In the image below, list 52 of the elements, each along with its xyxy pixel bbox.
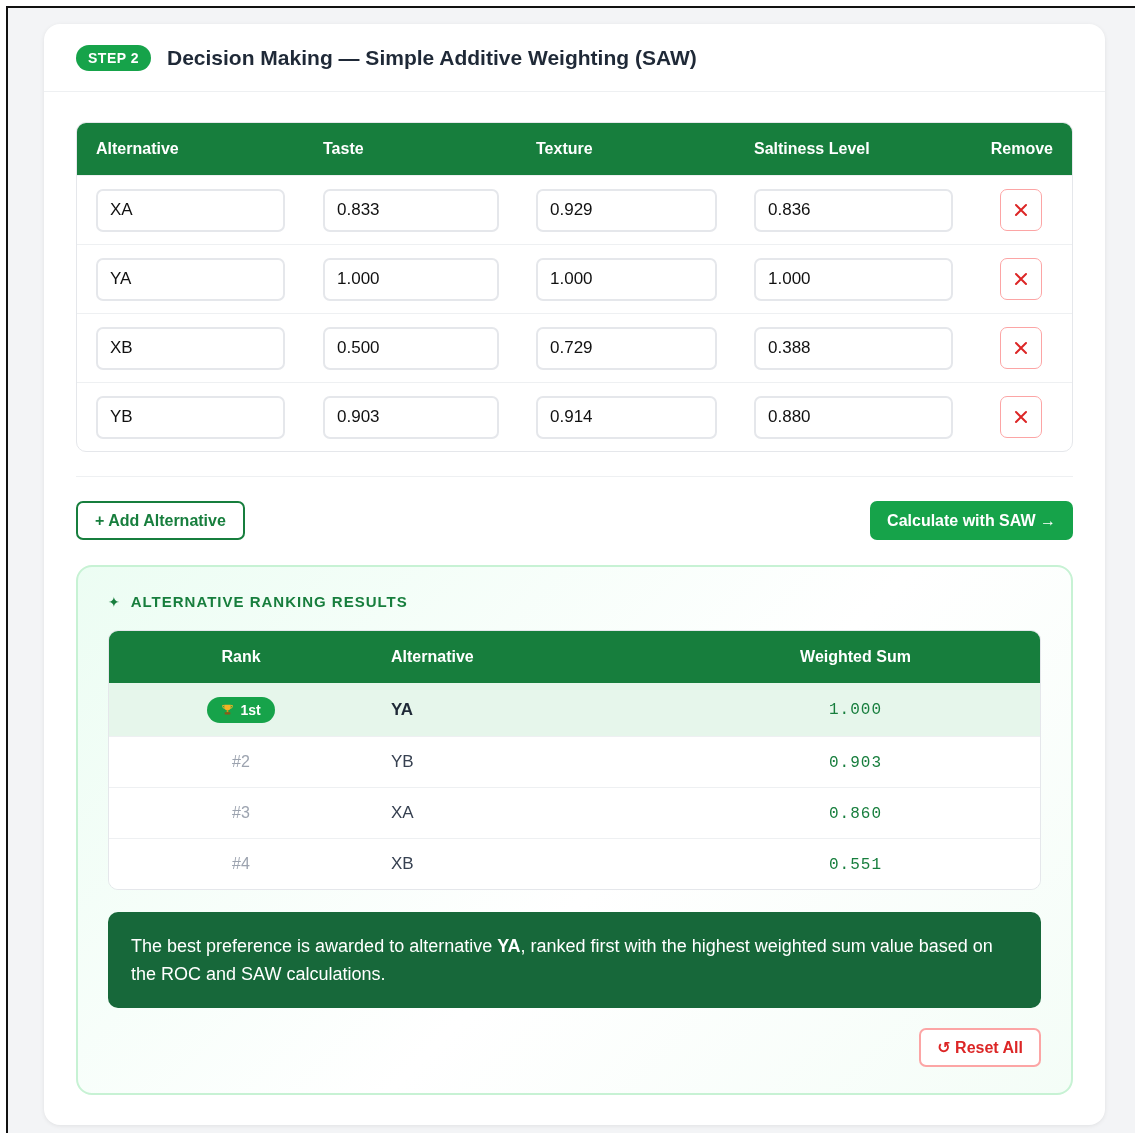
rank-text: #3 bbox=[232, 804, 250, 821]
reset-button[interactable]: ↺ Reset All bbox=[919, 1028, 1041, 1067]
close-icon bbox=[1013, 409, 1029, 425]
alternative-name: XB bbox=[391, 854, 414, 873]
close-icon bbox=[1013, 202, 1029, 218]
alternative-input[interactable]: XB bbox=[96, 326, 285, 370]
score-input[interactable]: 0.903 bbox=[323, 395, 499, 439]
score-input[interactable]: 0.836 bbox=[754, 188, 953, 232]
alternative-input[interactable]: YA bbox=[96, 257, 285, 301]
score-input[interactable]: 1.000 bbox=[323, 257, 499, 301]
summary-banner: The best preference is awarded to alternative YA, ranked first with the highest weighted sum value based on the ROC and SAW calculations. bbox=[108, 912, 1041, 1008]
score-input[interactable]: 0.500 bbox=[323, 326, 499, 370]
column-header: Texture bbox=[536, 140, 594, 158]
rank-text: #2 bbox=[232, 753, 250, 770]
rank-pill: 1st bbox=[207, 696, 275, 723]
remove-button[interactable] bbox=[1000, 396, 1042, 438]
weighted-sum: 1.000 bbox=[829, 701, 882, 719]
add-alternative-button[interactable]: + Add Alternative bbox=[76, 501, 245, 540]
trophy-icon bbox=[221, 703, 235, 716]
score-input[interactable]: 1.000 bbox=[536, 257, 717, 301]
remove-button[interactable] bbox=[1000, 258, 1042, 300]
close-icon bbox=[1013, 271, 1029, 287]
remove-button[interactable] bbox=[1000, 189, 1042, 231]
column-header: Alternative bbox=[96, 140, 180, 158]
results-title: ALTERNATIVE RANKING RESULTS bbox=[130, 593, 408, 610]
score-input[interactable]: 1.000 bbox=[754, 257, 953, 301]
alternative-name: XA bbox=[391, 803, 414, 822]
weighted-sum: 0.903 bbox=[829, 753, 882, 772]
sparkle-glyph: ✦ bbox=[108, 593, 121, 610]
score-input[interactable]: 0.880 bbox=[754, 395, 953, 439]
column-header: Saltiness Level bbox=[754, 140, 871, 158]
step-badge: STEP 2 bbox=[76, 45, 151, 71]
weighted-sum: 0.860 bbox=[829, 804, 882, 823]
score-input[interactable]: 0.929 bbox=[536, 188, 717, 232]
remove-button[interactable] bbox=[1000, 327, 1042, 369]
score-input[interactable]: 0.388 bbox=[754, 326, 953, 370]
column-header: Remove bbox=[990, 140, 1053, 158]
score-input[interactable]: 0.729 bbox=[536, 326, 717, 370]
score-input[interactable]: 0.833 bbox=[323, 188, 499, 232]
rank-text: #4 bbox=[232, 855, 250, 872]
weighted-sum: 0.551 bbox=[829, 855, 882, 874]
column-header: Weighted Sum bbox=[799, 648, 912, 666]
column-header: Alternative bbox=[390, 648, 475, 666]
close-icon bbox=[1013, 340, 1029, 356]
score-input[interactable]: 0.914 bbox=[536, 395, 717, 439]
alternative-input[interactable]: XA bbox=[96, 188, 285, 232]
column-header: Rank bbox=[220, 648, 262, 666]
section-title: Decision Making — Simple Additive Weighting (SAW) bbox=[167, 46, 697, 70]
column-header: Taste bbox=[323, 140, 365, 158]
alternative-name: YA bbox=[391, 699, 414, 719]
alternative-name: YB bbox=[391, 752, 414, 771]
alternative-input[interactable]: YB bbox=[96, 395, 285, 439]
